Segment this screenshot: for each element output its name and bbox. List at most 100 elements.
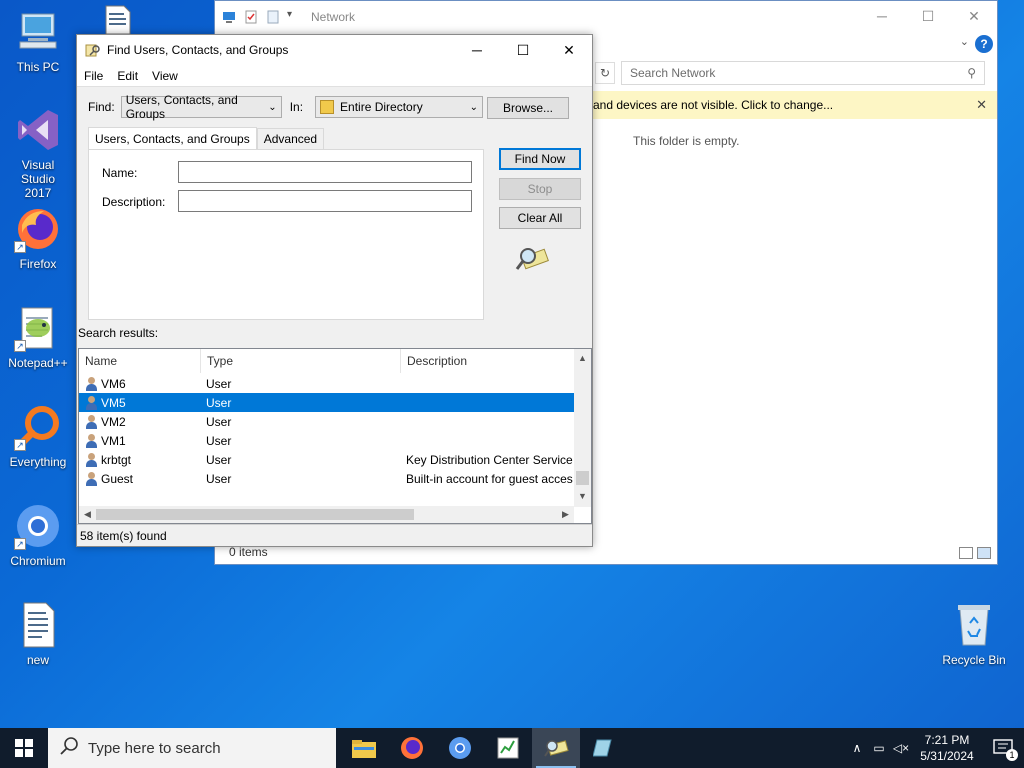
find-users-icon xyxy=(85,42,101,58)
find-now-button[interactable]: Find Now xyxy=(499,148,581,170)
chevron-up-icon[interactable]: ∧ xyxy=(846,741,868,755)
taskbar-file-explorer[interactable] xyxy=(340,728,388,768)
desktop-icon-partial-file[interactable] xyxy=(92,4,144,38)
table-row[interactable]: Guest User Built-in account for guest ac… xyxy=(79,469,574,488)
table-row[interactable]: VM1 User xyxy=(79,431,574,450)
desktop-icon-label: Visual Studio 2017 xyxy=(20,158,56,200)
network-icon xyxy=(221,9,237,25)
maximize-button[interactable]: ☐ xyxy=(905,1,951,31)
minimize-button[interactable]: ─ xyxy=(859,1,905,31)
taskbar-notepad[interactable] xyxy=(580,728,628,768)
scroll-up-icon[interactable]: ▲ xyxy=(574,349,591,366)
row-name: VM6 xyxy=(101,376,126,391)
explorer-titlebar[interactable]: ▾ Network ─ ☐ ✕ xyxy=(215,1,997,32)
desktop-icon-label: This PC xyxy=(16,60,60,74)
taskbar-task-manager[interactable] xyxy=(484,728,532,768)
desktop-icon-this-pc[interactable]: This PC xyxy=(0,8,76,74)
dialog-titlebar[interactable]: Find Users, Contacts, and Groups ─ ☐ ✕ xyxy=(77,35,592,65)
help-icon[interactable]: ? xyxy=(975,35,993,53)
taskbar-chromium[interactable] xyxy=(436,728,484,768)
explorer-title: Network xyxy=(311,9,356,24)
vertical-scrollbar[interactable]: ▲ ▼ xyxy=(574,349,591,507)
text-file-icon xyxy=(14,601,62,649)
desktop-icon-visual-studio[interactable]: Visual Studio 2017 xyxy=(0,106,76,200)
start-button[interactable] xyxy=(0,728,48,768)
close-icon[interactable]: ✕ xyxy=(976,97,987,113)
desktop-icon-recycle-bin[interactable]: Recycle Bin xyxy=(936,601,1012,667)
name-field[interactable] xyxy=(178,161,472,183)
search-icon xyxy=(60,737,78,759)
disabled-user-icon xyxy=(85,452,98,467)
taskbar-search-input[interactable]: Type here to search xyxy=(48,728,336,768)
description-field[interactable] xyxy=(178,190,472,212)
tab-users-contacts-groups[interactable]: Users, Contacts, and Groups xyxy=(88,127,257,149)
action-center-button[interactable]: 1 xyxy=(982,728,1024,768)
refresh-icon[interactable]: ↻ xyxy=(595,62,615,84)
minimize-button[interactable]: ─ xyxy=(454,35,500,65)
row-type: User xyxy=(206,395,232,410)
menu-view[interactable]: View xyxy=(152,69,178,83)
desktop-icon-notepadpp[interactable]: ↗ Notepad++ xyxy=(0,304,76,370)
horizontal-scrollbar[interactable]: ◀ ▶ xyxy=(79,506,574,523)
search-results-list[interactable]: Name Type Description VM6 User VM5 User … xyxy=(78,348,592,524)
search-input[interactable]: Search Network ⚲ xyxy=(621,61,985,85)
table-row[interactable]: VM2 User xyxy=(79,412,574,431)
large-icons-view-icon[interactable] xyxy=(977,547,991,559)
table-row[interactable]: VM6 User xyxy=(79,374,574,393)
desktop-icon-new[interactable]: new xyxy=(0,601,76,667)
browse-button[interactable]: Browse... xyxy=(487,97,569,119)
user-icon xyxy=(85,395,98,410)
find-type-select[interactable]: Users, Contacts, and Groups ⌄ xyxy=(120,93,282,121)
dialog-title: Find Users, Contacts, and Groups xyxy=(107,43,289,57)
taskbar-find-users[interactable] xyxy=(532,728,580,768)
row-name: VM5 xyxy=(101,395,126,410)
desktop-icon-label: Recycle Bin xyxy=(942,653,1006,667)
notification-count: 1 xyxy=(1006,749,1018,761)
scroll-thumb[interactable] xyxy=(576,471,589,485)
clock[interactable]: 7:21 PM 5/31/2024 xyxy=(912,732,982,764)
in-location-select[interactable]: Entire Directory ⌄ xyxy=(315,96,484,118)
scroll-right-icon[interactable]: ▶ xyxy=(557,506,574,523)
close-button[interactable]: ✕ xyxy=(546,35,592,65)
chevron-down-icon[interactable]: ▾ xyxy=(287,9,303,25)
table-row[interactable]: krbtgt User Key Distribution Center Serv… xyxy=(79,450,574,469)
desktop-icon-firefox[interactable]: ↗ Firefox xyxy=(0,205,76,271)
recycle-bin-icon xyxy=(950,601,998,649)
taskbar-firefox[interactable] xyxy=(388,728,436,768)
tab-advanced[interactable]: Advanced xyxy=(256,128,325,149)
clear-all-button[interactable]: Clear All xyxy=(499,207,581,229)
info-bar-text: and devices are not visible. Click to ch… xyxy=(593,98,834,112)
close-button[interactable]: ✕ xyxy=(951,1,997,31)
network-icon[interactable]: ▭ xyxy=(868,741,890,755)
find-users-icon xyxy=(544,740,569,757)
chevron-down-icon[interactable]: ⌄ xyxy=(960,35,969,48)
everything-search-icon: ↗ xyxy=(14,403,62,451)
firefox-icon: ↗ xyxy=(14,205,62,253)
properties-icon[interactable] xyxy=(243,9,259,25)
desktop-icon-chromium[interactable]: ↗ Chromium xyxy=(0,502,76,568)
user-icon xyxy=(85,414,98,429)
maximize-button[interactable]: ☐ xyxy=(500,35,546,65)
scroll-down-icon[interactable]: ▼ xyxy=(574,487,591,504)
stop-button[interactable]: Stop xyxy=(499,178,581,200)
scroll-thumb[interactable] xyxy=(96,509,414,520)
row-name: VM1 xyxy=(101,433,126,448)
chart-icon xyxy=(497,737,519,759)
tab-panel: Name: Description: xyxy=(88,149,484,320)
in-location-value: Entire Directory xyxy=(340,100,423,114)
shortcut-arrow-icon: ↗ xyxy=(14,241,26,253)
details-view-icon[interactable] xyxy=(959,547,973,559)
column-header-name[interactable]: Name xyxy=(79,349,201,373)
column-header-description[interactable]: Description xyxy=(401,349,574,373)
desktop-icon-label: new xyxy=(26,653,49,667)
new-folder-icon[interactable] xyxy=(265,9,281,25)
desktop-icon-everything[interactable]: ↗ Everything xyxy=(0,403,76,469)
column-header-type[interactable]: Type xyxy=(201,349,401,373)
menu-file[interactable]: File xyxy=(84,69,103,83)
results-count: 58 item(s) found xyxy=(80,528,167,543)
volume-muted-icon[interactable]: ◁× xyxy=(890,741,912,755)
table-row-selected[interactable]: VM5 User xyxy=(79,393,574,412)
menu-edit[interactable]: Edit xyxy=(117,69,138,83)
find-users-dialog[interactable]: Find Users, Contacts, and Groups ─ ☐ ✕ F… xyxy=(76,34,593,547)
scroll-left-icon[interactable]: ◀ xyxy=(79,506,96,523)
